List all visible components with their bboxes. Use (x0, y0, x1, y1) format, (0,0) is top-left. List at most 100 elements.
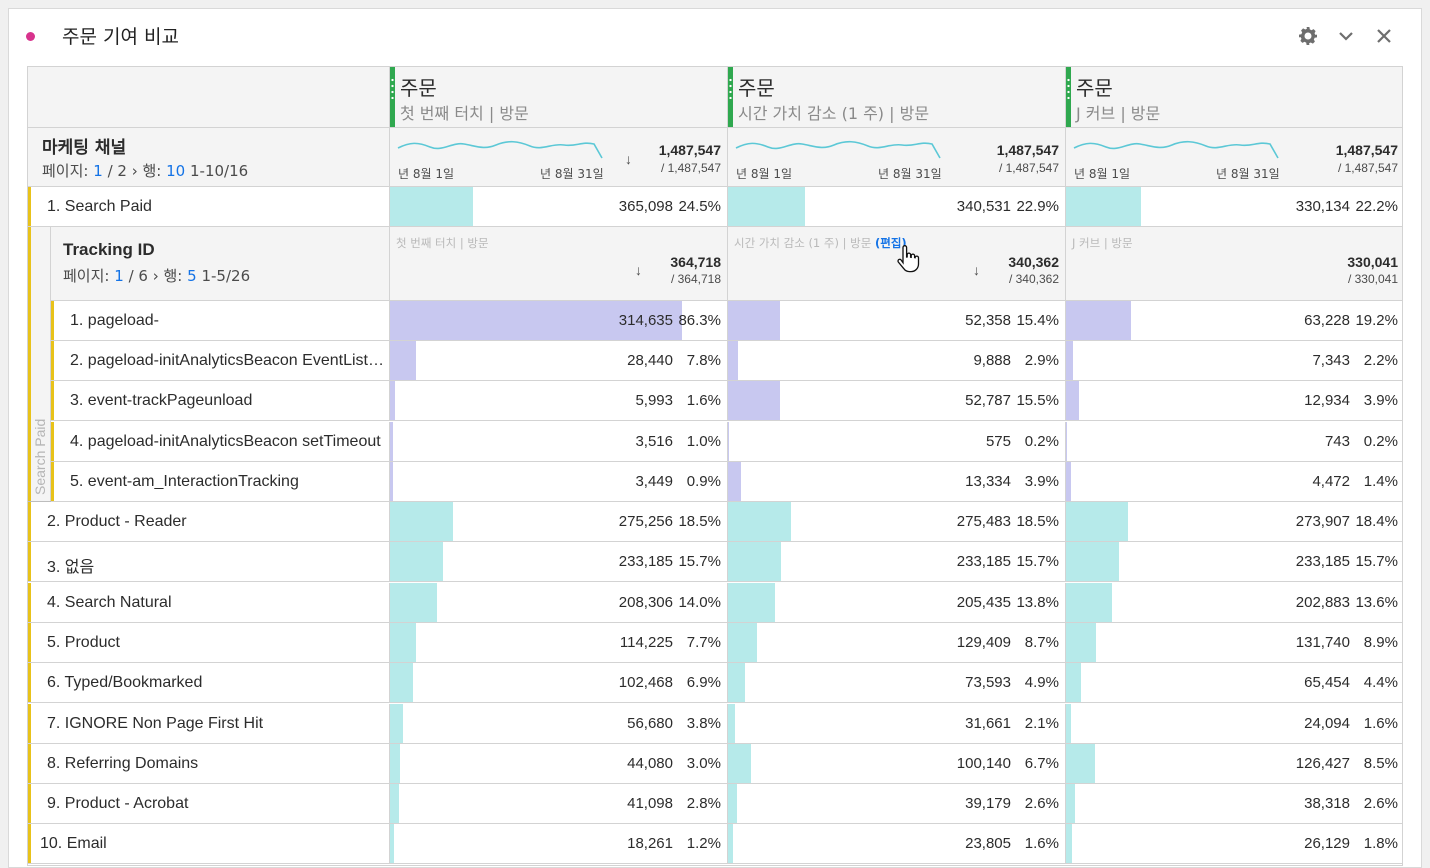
sort-descending-icon[interactable]: ↓ (625, 151, 632, 167)
table-row[interactable]: 2. Product - Reader 275,256 18.5% 275,483 18… (28, 502, 1402, 542)
metric-cell[interactable]: 202,883 13.6% (1065, 582, 1402, 622)
metric-cell[interactable]: 24,094 1.6% (1065, 703, 1402, 743)
metric-cell[interactable]: 52,358 15.4% (727, 301, 1065, 340)
metric-cell[interactable]: 12,934 3.9% (1065, 381, 1402, 421)
breakdown-row[interactable]: 2. pageload-initAnalyticsBeacon EventLis… (51, 341, 1402, 382)
metric-cell[interactable]: 100,140 6.7% (727, 743, 1065, 783)
drag-handle-icon[interactable] (1067, 77, 1070, 99)
value-bar (1066, 502, 1128, 541)
page-number-button[interactable]: 1 (114, 267, 124, 285)
table-row[interactable]: 8. Referring Domains 44,080 3.0% 100,140 6.7… (28, 743, 1402, 784)
metric-cell[interactable]: 44,080 3.0% (389, 743, 727, 783)
column-header-2[interactable]: 주문 시간 가치 감소 (1 주) | 방문 (727, 67, 1065, 128)
cell-value: 131,740 (1295, 633, 1350, 651)
metric-cell[interactable]: 205,435 13.8% (727, 582, 1065, 622)
dimension-title[interactable]: 마케팅 채널 (42, 133, 126, 158)
cell-value: 26,129 (1304, 835, 1350, 853)
table-row[interactable]: 1. Search Paid 365,098 24.5% 340,531 22.9% 33… (28, 187, 1402, 227)
row-label: 9. Product - Acrobat (47, 795, 189, 813)
close-icon[interactable] (1371, 23, 1397, 49)
breakdown-row[interactable]: 5. event-am_InteractionTracking 3,449 0.9%… (51, 461, 1402, 502)
next-page-icon[interactable]: › (153, 267, 159, 285)
breakdown-row[interactable]: 1. pageload- 314,635 86.3% 52,358 15.4% 63,22… (51, 301, 1402, 341)
rows-per-page-button[interactable]: 5 (187, 267, 197, 285)
drag-handle-icon[interactable] (391, 77, 394, 99)
metric-cell[interactable]: 3,449 0.9% (389, 461, 727, 501)
metric-cell[interactable]: 575 0.2% (727, 421, 1065, 461)
table-row[interactable]: 5. Product 114,225 7.7% 129,409 8.7% 131,740 8… (28, 622, 1402, 663)
breakdown-row[interactable]: 4. pageload-initAnalyticsBeacon setTimeo… (51, 421, 1402, 462)
metric-cell[interactable]: 275,483 18.5% (727, 502, 1065, 541)
cell-value: 208,306 (618, 593, 673, 611)
metric-cell[interactable]: 65,454 4.4% (1065, 663, 1402, 703)
metric-cell[interactable]: 233,185 15.7% (389, 542, 727, 582)
metric-cell[interactable]: 63,228 19.2% (1065, 301, 1402, 340)
sort-descending-icon[interactable]: ↓ (635, 262, 642, 278)
column-total: 1,487,547 (1335, 142, 1398, 158)
table-row[interactable]: 10. Email 18,261 1.2% 23,805 1.6% 26,129 1.8% (28, 824, 1402, 865)
metric-cell[interactable]: 102,468 6.9% (389, 663, 727, 703)
value-bar (390, 461, 393, 501)
gear-icon[interactable] (1295, 23, 1321, 49)
metric-cell[interactable]: 208,306 14.0% (389, 582, 727, 622)
page-number-button[interactable]: 1 (93, 162, 103, 180)
chevron-down-icon[interactable] (1333, 23, 1359, 49)
breakdown-dimension-title[interactable]: Tracking ID (63, 240, 155, 260)
breakdown-total: 340,362 (1008, 254, 1059, 270)
metric-cell[interactable]: 9,888 2.9% (727, 341, 1065, 381)
metric-cell[interactable]: 340,531 22.9% (727, 187, 1065, 226)
metric-cell[interactable]: 233,185 15.7% (1065, 542, 1402, 582)
metric-cell[interactable]: 39,179 2.6% (727, 784, 1065, 824)
metric-cell[interactable]: 18,261 1.2% (389, 824, 727, 864)
metric-cell[interactable]: 131,740 8.9% (1065, 622, 1402, 662)
rows-per-page-button[interactable]: 10 (166, 162, 185, 180)
breakdown-side-tab[interactable]: Search Paid (31, 227, 51, 501)
column-total: 1,487,547 (658, 142, 721, 158)
table-row[interactable]: 9. Product - Acrobat 41,098 2.8% 39,179 2.6%… (28, 784, 1402, 825)
cell-value: 7,343 (1312, 352, 1350, 370)
metric-cell[interactable]: 126,427 8.5% (1065, 743, 1402, 783)
metric-cell[interactable]: 330,134 22.2% (1065, 187, 1402, 226)
metric-cell[interactable]: 129,409 8.7% (727, 622, 1065, 662)
cell-percent: 15.4% (1016, 312, 1059, 329)
table-row[interactable]: 7. IGNORE Non Page First Hit 56,680 3.8% 31… (28, 703, 1402, 744)
metric-cell[interactable]: 31,661 2.1% (727, 703, 1065, 743)
cell-value: 31,661 (965, 714, 1011, 732)
metric-cell[interactable]: 314,635 86.3% (389, 301, 727, 340)
metric-cell[interactable]: 743 0.2% (1065, 421, 1402, 461)
sort-descending-icon[interactable]: ↓ (973, 262, 980, 278)
column-header-3[interactable]: 주문 J 커브 | 방문 (1065, 67, 1402, 128)
metric-cell[interactable]: 233,185 15.7% (727, 542, 1065, 582)
metric-cell[interactable]: 275,256 18.5% (389, 502, 727, 541)
metric-cell[interactable]: 26,129 1.8% (1065, 824, 1402, 864)
metric-cell[interactable]: 41,098 2.8% (389, 784, 727, 824)
metric-cell[interactable]: 38,318 2.6% (1065, 784, 1402, 824)
metric-cell[interactable]: 5,993 1.6% (389, 381, 727, 421)
breakdown-row[interactable]: 3. event-trackPageunload 5,993 1.6% 52,787 1… (51, 381, 1402, 422)
metric-cell[interactable]: 114,225 7.7% (389, 622, 727, 662)
metric-cell[interactable]: 23,805 1.6% (727, 824, 1065, 864)
table-row[interactable]: 6. Typed/Bookmarked 102,468 6.9% 73,593 4.9%… (28, 663, 1402, 704)
rows-label: 행: (163, 267, 183, 285)
metric-cell[interactable]: 56,680 3.8% (389, 703, 727, 743)
metric-cell[interactable]: 13,334 3.9% (727, 461, 1065, 501)
next-page-icon[interactable]: › (132, 162, 138, 180)
value-bar (1066, 187, 1141, 226)
metric-cell[interactable]: 4,472 1.4% (1065, 461, 1402, 501)
row-range: 1-5/26 (201, 267, 251, 285)
metric-cell[interactable]: 365,098 24.5% (389, 187, 727, 226)
metric-cell[interactable]: 7,343 2.2% (1065, 341, 1402, 381)
table-row[interactable]: 3. 없음 233,185 15.7% 233,185 15.7% 233,185 15.7… (28, 542, 1402, 583)
cell-percent: 24.5% (678, 198, 721, 215)
metric-cell[interactable]: 28,440 7.8% (389, 341, 727, 381)
column-header-1[interactable]: 주문 첫 번째 터치 | 방문 (389, 67, 727, 128)
value-bar (728, 341, 738, 381)
metric-cell[interactable]: 273,907 18.4% (1065, 502, 1402, 541)
metric-cell[interactable]: 73,593 4.9% (727, 663, 1065, 703)
drag-handle-icon[interactable] (729, 77, 732, 99)
page-label: 페이지: (42, 162, 89, 180)
table-row[interactable]: 4. Search Natural 208,306 14.0% 205,435 13.8… (28, 582, 1402, 623)
metric-cell[interactable]: 3,516 1.0% (389, 421, 727, 461)
row-label: 4. Search Natural (47, 593, 172, 611)
metric-cell[interactable]: 52,787 15.5% (727, 381, 1065, 421)
